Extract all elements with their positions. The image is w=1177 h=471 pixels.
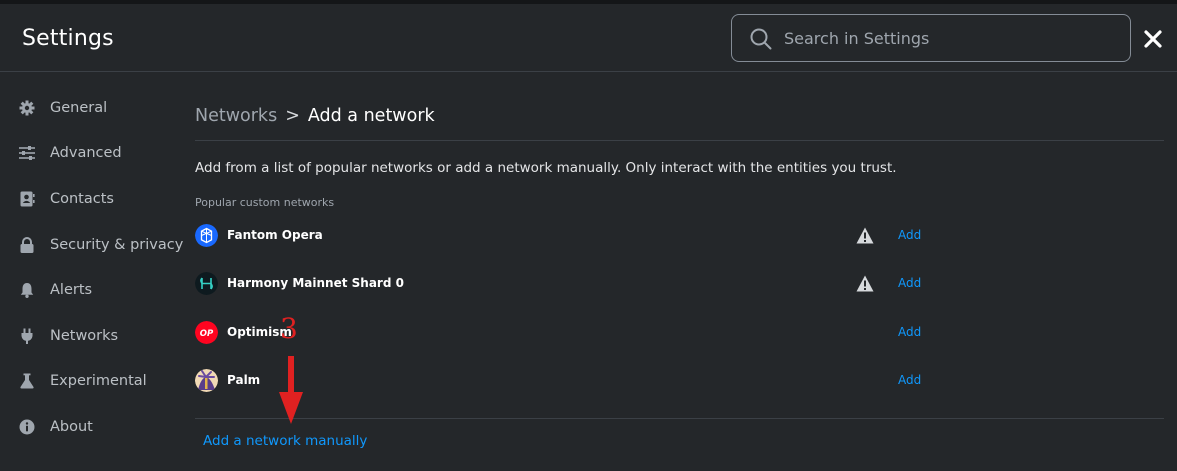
- add-palm-button[interactable]: Add: [898, 373, 921, 387]
- sidebar-item-networks[interactable]: Networks: [0, 316, 180, 356]
- info-icon: [19, 419, 35, 435]
- harmony-logo: [195, 272, 218, 295]
- fantom-logo: [195, 224, 218, 247]
- search-icon: [750, 28, 772, 50]
- breadcrumb-networks-link[interactable]: Networks: [195, 106, 277, 126]
- network-row-palm: Palm Add: [195, 369, 935, 395]
- network-name: Fantom Opera: [227, 228, 323, 242]
- network-name: Palm: [227, 373, 261, 387]
- divider: [195, 418, 1164, 419]
- sidebar-item-label: Security & privacy: [50, 237, 184, 253]
- warning-icon[interactable]: [856, 275, 874, 292]
- sidebar-item-label: Contacts: [50, 191, 114, 207]
- sidebar-item-contacts[interactable]: Contacts: [0, 179, 180, 219]
- add-network-manually-link[interactable]: Add a network manually: [203, 433, 367, 449]
- settings-header: Settings: [0, 4, 1177, 72]
- annotation-arrow-icon: [279, 356, 303, 424]
- sliders-icon: [19, 146, 35, 160]
- optimism-logo-text: OP: [200, 329, 214, 339]
- warning-icon[interactable]: [856, 227, 874, 244]
- sidebar-item-label: About: [50, 419, 93, 435]
- network-row-harmony: Harmony Mainnet Shard 0 Add: [195, 272, 935, 298]
- add-optimism-button[interactable]: Add: [898, 325, 921, 339]
- sidebar-item-label: Alerts: [50, 282, 93, 298]
- add-fantom-button[interactable]: Add: [898, 228, 921, 242]
- breadcrumb-separator: >: [285, 106, 300, 126]
- search-box[interactable]: [731, 14, 1131, 62]
- sidebar-item-label: Advanced: [50, 145, 122, 161]
- breadcrumb-current: Add a network: [307, 106, 435, 126]
- annotation-step-number: 3: [280, 312, 298, 345]
- network-name: Harmony Mainnet Shard 0: [227, 276, 404, 290]
- sidebar-item-alerts[interactable]: Alerts: [0, 270, 180, 310]
- palm-logo: [195, 369, 218, 392]
- address-book-icon: [20, 191, 35, 207]
- search-input[interactable]: [784, 16, 1114, 60]
- breadcrumb: Networks > Add a network: [195, 106, 435, 126]
- plug-icon: [21, 328, 33, 344]
- sidebar-item-general[interactable]: General: [0, 88, 180, 128]
- sidebar-item-label: Networks: [50, 328, 119, 344]
- network-row-optimism: OP Optimism Add: [195, 321, 935, 347]
- add-harmony-button[interactable]: Add: [898, 276, 921, 290]
- lock-icon: [20, 237, 34, 253]
- sidebar-item-experimental[interactable]: Experimental: [0, 361, 180, 401]
- flask-icon: [20, 373, 34, 389]
- sidebar-item-label: Experimental: [50, 373, 147, 389]
- network-row-fantom: Fantom Opera Add: [195, 224, 935, 250]
- sidebar-item-advanced[interactable]: Advanced: [0, 133, 180, 173]
- page-description: Add from a list of popular networks or a…: [195, 160, 897, 176]
- gear-icon: [19, 100, 35, 116]
- optimism-logo: OP: [195, 321, 218, 344]
- sidebar-item-security[interactable]: Security & privacy: [0, 225, 184, 265]
- section-heading: Popular custom networks: [195, 196, 335, 209]
- sidebar-item-about[interactable]: About: [0, 407, 180, 447]
- sidebar-item-label: General: [50, 100, 108, 116]
- close-icon[interactable]: [1142, 28, 1164, 50]
- divider: [195, 140, 1164, 141]
- bell-icon: [20, 283, 34, 298]
- page-title: Settings: [22, 26, 114, 51]
